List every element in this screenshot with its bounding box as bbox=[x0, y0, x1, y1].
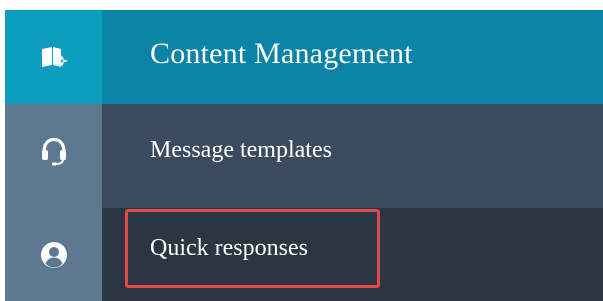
rail-item-content-management[interactable] bbox=[5, 10, 102, 104]
user-circle-icon bbox=[40, 241, 68, 269]
headset-icon bbox=[40, 136, 68, 166]
rail-item-contact-center[interactable] bbox=[5, 104, 102, 198]
icon-rail bbox=[5, 10, 102, 301]
menu-item-label: Message templates bbox=[150, 136, 332, 163]
rail-item-profile[interactable] bbox=[5, 208, 102, 301]
app-frame: Content Management Message templates Qui… bbox=[5, 10, 603, 301]
menu-item-quick-responses[interactable]: Quick responses bbox=[102, 208, 603, 301]
panel-title: Content Management bbox=[150, 37, 413, 70]
menu-item-message-templates[interactable]: Message templates bbox=[102, 104, 603, 208]
panel-header: Content Management bbox=[102, 10, 603, 104]
content-library-icon bbox=[40, 44, 68, 70]
menu-item-label: Quick responses bbox=[150, 235, 308, 261]
